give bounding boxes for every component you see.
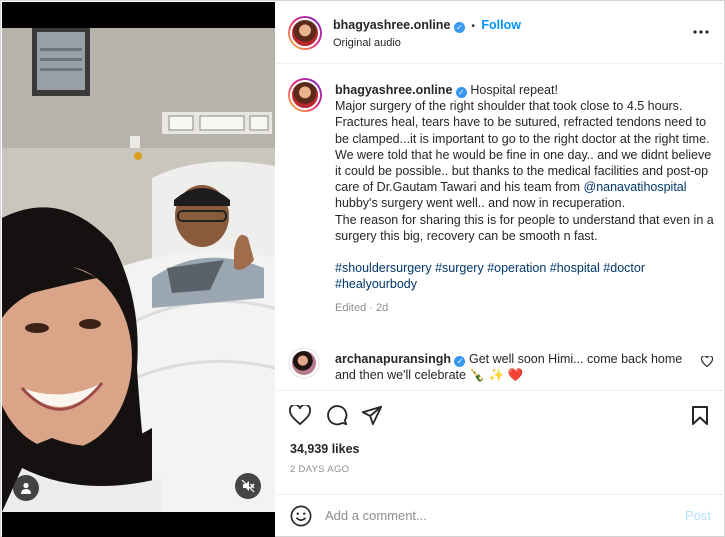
- comment-icon: [327, 405, 348, 426]
- user-tag-button[interactable]: [13, 475, 39, 501]
- post-header: bhagyashree.online ✓ • Follow Original a…: [275, 2, 725, 64]
- comment-button[interactable]: [326, 404, 348, 426]
- hashtag-link[interactable]: #hospital: [550, 261, 600, 275]
- comment-like-button[interactable]: [700, 355, 714, 370]
- comment-input[interactable]: Add a comment...: [325, 508, 427, 523]
- verified-badge-icon: ✓: [455, 87, 467, 98]
- post-comment-button[interactable]: Post: [685, 508, 711, 523]
- mute-toggle-button[interactable]: [235, 473, 261, 499]
- separator-dot: •: [471, 21, 475, 32]
- heart-icon: [289, 405, 311, 425]
- share-icon: [361, 405, 383, 426]
- post-media[interactable]: [2, 2, 275, 537]
- hashtag-link[interactable]: #healyourbody: [335, 277, 417, 291]
- save-button[interactable]: [691, 405, 709, 426]
- user-tag-icon: [21, 482, 31, 494]
- caption-author-avatar[interactable]: [288, 78, 322, 112]
- caption-body-3: The reason for sharing this is for peopl…: [335, 212, 714, 243]
- hashtag-link[interactable]: #shouldersurgery: [335, 261, 432, 275]
- author-username[interactable]: bhagyashree.online: [333, 18, 450, 32]
- post-date[interactable]: 2 DAYS AGO: [290, 464, 349, 475]
- hashtag-link[interactable]: #doctor: [603, 261, 645, 275]
- like-button[interactable]: [289, 405, 311, 425]
- more-options-button[interactable]: [693, 24, 709, 38]
- hashtag-link[interactable]: #surgery: [435, 261, 484, 275]
- post-dialog: bhagyashree.online ✓ • Follow Original a…: [0, 0, 725, 537]
- add-comment-bar: Add a comment... Post: [275, 494, 725, 537]
- bookmark-icon: [692, 406, 708, 425]
- muted-speaker-icon: [241, 479, 255, 493]
- audio-label[interactable]: Original audio: [333, 37, 401, 49]
- comment-item: archanapuransingh ✓ Get well soon Himi..…: [335, 351, 695, 383]
- caption-body-2: hubby's surgery went well.. and now in r…: [335, 196, 626, 211]
- verified-badge-icon: ✓: [454, 356, 466, 367]
- caption-title: Hospital repeat!: [470, 83, 558, 97]
- likes-count[interactable]: 34,939 likes: [290, 442, 360, 456]
- share-button[interactable]: [361, 404, 383, 426]
- verified-badge-icon: ✓: [453, 22, 465, 33]
- post-photo: [2, 28, 275, 512]
- emoji-icon: [290, 505, 312, 527]
- hashtag-link[interactable]: #operation: [487, 261, 546, 275]
- author-line: bhagyashree.online ✓ • Follow: [333, 18, 521, 33]
- commenter-avatar[interactable]: [288, 347, 320, 379]
- emoji-button[interactable]: [290, 505, 312, 527]
- caption-username[interactable]: bhagyashree.online: [335, 83, 452, 97]
- post-caption: bhagyashree.online ✓ Hospital repeat! Ma…: [335, 82, 715, 317]
- heart-icon: [700, 355, 714, 368]
- comment-username[interactable]: archanapuransingh: [335, 352, 451, 366]
- post-actions: 34,939 likes 2 DAYS AGO: [275, 390, 725, 490]
- follow-button[interactable]: Follow: [481, 18, 521, 32]
- mention-link[interactable]: @nanavatihospital: [584, 180, 687, 194]
- post-side-panel: bhagyashree.online ✓ • Follow Original a…: [275, 2, 725, 537]
- caption-meta: Edited · 2d: [335, 302, 389, 315]
- more-options-icon: [693, 30, 709, 34]
- author-avatar[interactable]: [288, 16, 322, 50]
- selfie-image: [2, 28, 275, 512]
- hashtag-list: #shouldersurgery #surgery #operation #ho…: [335, 260, 715, 292]
